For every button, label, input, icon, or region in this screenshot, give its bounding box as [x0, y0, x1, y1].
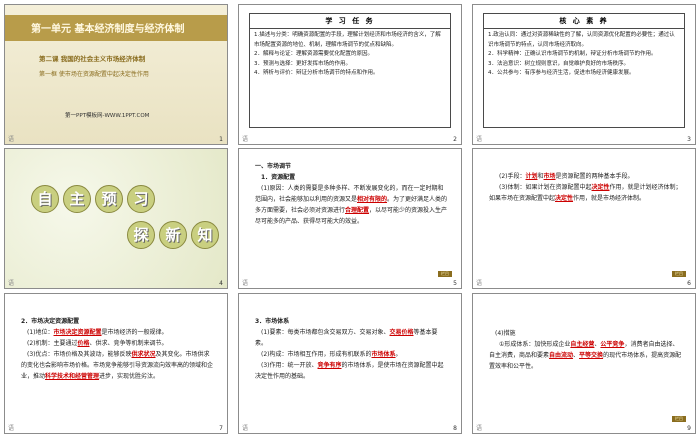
slide-thumbnail-5[interactable]: 一、市场调节 1．资源配置 (1)原因：人类的需要是多种多样、不断发展变化的，而…: [238, 148, 462, 289]
slide-thumbnail-2[interactable]: 学 习 任 务 1.描述与分类：明确资源配置的手段，理解计划经济和市场经济的含义…: [238, 4, 462, 145]
core-literacy-panel: 核 心 素 养 1.政治认同：通过对资源稀缺性的了解，认同资源优化配置的必要性；…: [483, 13, 685, 128]
slide-number: 6: [687, 280, 691, 287]
panel-header: 学 习 任 务: [250, 14, 450, 29]
highlight-text: 交易价格: [389, 329, 414, 336]
slide-footer: 语9: [476, 425, 691, 432]
slide-thumbnail-1[interactable]: 第一单元 基本经济制度与经济体制 第二课 我国的社会主义市场经济体制 第一框 使…: [4, 4, 228, 145]
slide-footer: 语5: [242, 280, 457, 287]
highlight-text: 自主经营: [570, 341, 595, 348]
literacy-item: 1.政治认同：通过对资源稀缺性的了解，认同资源优化配置的必要性；通过认识市场调节…: [488, 32, 675, 48]
highlight-text: 自由流动: [549, 352, 574, 359]
section-char: 习: [127, 185, 155, 213]
highlight-text: 市场体系: [371, 351, 396, 358]
paragraph: (3)优点：市场价格及其波动，能够反映供求状况及其变化。市场供求的变化也会影响市…: [21, 351, 214, 380]
section-char: 预: [95, 185, 123, 213]
paragraph: ①形成体系：加快形成企业自主经营、公平竞争，消费者自由选择、自主消费，商品和要素…: [489, 341, 682, 370]
literacy-item: 2．科学精神：正确认识市场调节的机制，辩证分析市场调节的作用。: [488, 51, 657, 58]
paragraph: (2)机制：主要通过价格、供求、竞争等机制来调节。: [27, 340, 168, 347]
slide-thumbnail-4[interactable]: 自 主 预 习 探 新 知 语4: [4, 148, 228, 289]
slide-number: 2: [453, 136, 457, 143]
slide1-site-label: 第一PPT模板网-WWW.1PPT.COM: [65, 113, 150, 119]
highlight-text: 合理配置: [345, 207, 370, 214]
slide-thumbnail-3[interactable]: 核 心 素 养 1.政治认同：通过对资源稀缺性的了解，认同资源优化配置的必要性；…: [472, 4, 696, 145]
section-char: 知: [191, 221, 219, 249]
task-item: 1.描述与分类：明确资源配置的手段，理解计划经济和市场经济的含义，了解市场配置资…: [254, 32, 441, 48]
literacy-item: 4．公共参与：有序参与经济生活，促进市场经济健康发展。: [488, 70, 635, 77]
subsection-heading: 2．市场决定资源配置: [21, 318, 80, 325]
slide-thumbnail-7[interactable]: 2．市场决定资源配置 (1)地位：市场决定资源配置是市场经济的一般规律。 (2)…: [4, 293, 228, 434]
highlight-text: 市场: [543, 173, 556, 180]
task-item: 4．辨析与评价：辩证分析市场调节的特点和作用。: [254, 70, 379, 77]
slide-number: 7: [219, 425, 223, 432]
highlight-text: 相对有限的: [357, 196, 388, 203]
highlight-text: 决定性: [591, 184, 610, 191]
paragraph: (3)作用：统一开放、竞争有序的市场体系，是使市场在资源配置中起决定性作用的基础…: [255, 362, 444, 380]
section-tag-button[interactable]: 栏目: [672, 416, 686, 422]
highlight-text: 平等交换: [579, 352, 604, 359]
section-tag-button[interactable]: 栏目: [672, 271, 686, 277]
literacy-item: 3．法治意识：树立规则意识，自觉维护良好的市场秩序。: [488, 60, 630, 67]
slide-footer: 语6: [476, 280, 691, 287]
slide-number: 8: [453, 425, 457, 432]
section-char: 新: [159, 221, 187, 249]
slide-number: 9: [687, 425, 691, 432]
slide-number: 1: [219, 136, 223, 143]
paragraph: (1)要素：每类市场都包含交易双方、交易对象、交易价格等基本要素。: [255, 329, 438, 347]
slide-footer: 语1: [8, 136, 223, 143]
slide1-lesson: 第二课 我国的社会主义市场经济体制: [39, 55, 146, 63]
slide-number: 4: [219, 280, 223, 287]
paragraph: (1)地位：市场决定资源配置是市场经济的一般规律。: [27, 329, 168, 336]
slide-footer: 语8: [242, 425, 457, 432]
subsection-heading: (4)措施: [495, 330, 516, 337]
highlight-text: 供求状况: [131, 351, 156, 358]
section-tag-button[interactable]: 栏目: [438, 271, 452, 277]
highlight-text: 决定性: [555, 195, 574, 202]
slide-thumbnail-9[interactable]: (4)措施 ①形成体系：加快形成企业自主经营、公平竞争，消费者自由选择、自主消费…: [472, 293, 696, 434]
subsection-heading: 1．资源配置: [261, 174, 296, 181]
slide-footer: 语2: [242, 136, 457, 143]
learning-tasks-panel: 学 习 任 务 1.描述与分类：明确资源配置的手段，理解计划经济和市场经济的含义…: [249, 13, 451, 128]
slide-thumbnail-8[interactable]: 3．市场体系 (1)要素：每类市场都包含交易双方、交易对象、交易价格等基本要素。…: [238, 293, 462, 434]
slide-thumbnail-6[interactable]: (2)手段：计划和市场是资源配置的两种基本手段。 (3)体制：如果计划在资源配置…: [472, 148, 696, 289]
highlight-text: 市场决定资源配置: [53, 329, 102, 336]
section-heading: 一、市场调节: [255, 163, 292, 170]
paragraph: (2)手段：计划和市场是资源配置的两种基本手段。: [499, 173, 634, 180]
subsection-heading: 3．市场体系: [255, 318, 290, 325]
panel-header: 核 心 素 养: [484, 14, 684, 29]
section-char: 自: [31, 185, 59, 213]
task-item: 2．解释与论证：理解资源需要优化配置的原因。: [254, 51, 374, 58]
slide-footer: 语3: [476, 136, 691, 143]
task-item: 3．预测与选择：更好发挥市场的作用。: [254, 60, 352, 67]
section-char: 主: [63, 185, 91, 213]
slide1-frame: 第一框 使市场在资源配置中起决定性作用: [39, 71, 149, 78]
highlight-text: 竞争有序: [317, 362, 342, 369]
highlight-text: 科学技术和经营管理: [45, 373, 100, 380]
section-char: 探: [127, 221, 155, 249]
highlight-text: 价格: [77, 340, 90, 347]
slide1-title: 第一单元 基本经济制度与经济体制: [31, 24, 185, 35]
slide-footer: 语4: [8, 280, 223, 287]
slide-footer: 语7: [8, 425, 223, 432]
paragraph: (3)体制：如果计划在资源配置中起决定性作用，就是计划经济体制；如果市场在资源配…: [489, 184, 682, 202]
slide-number: 3: [687, 136, 691, 143]
slide-number: 5: [453, 280, 457, 287]
highlight-text: 计划: [525, 173, 538, 180]
paragraph: (1)原因：人类的需要是多种多样、不断发展变化的，而在一定时期和范围内，社会能够…: [255, 185, 448, 225]
paragraph: (2)构成：市场相互作用，形成有机联系的市场体系。: [261, 351, 402, 358]
highlight-text: 公平竞争: [600, 341, 625, 348]
slide4-bg: [5, 149, 227, 288]
